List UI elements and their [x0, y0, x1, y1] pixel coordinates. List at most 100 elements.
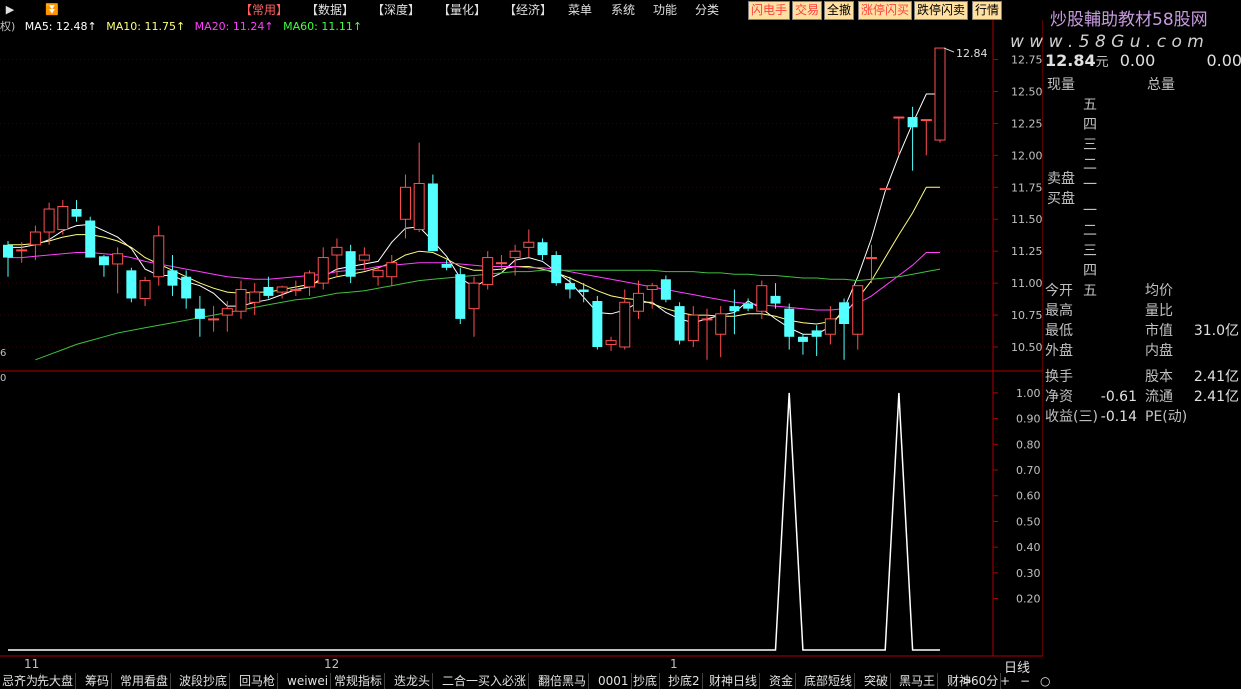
sell-label: 卖盘	[1047, 171, 1075, 187]
buy-level-3: 三	[1083, 243, 1097, 259]
candle-body	[139, 280, 151, 299]
stat-value__value	[1083, 368, 1137, 386]
indicator-tab[interactable]: 常规指标	[332, 673, 386, 689]
candle-body	[660, 279, 671, 300]
candle-body	[167, 270, 178, 286]
candle-body	[71, 209, 82, 217]
price-tick-label: 11.50	[1011, 213, 1043, 226]
candle-body	[3, 244, 13, 258]
candle-body	[852, 285, 864, 335]
candle-body	[605, 340, 617, 345]
indicator-tick-label: 0.90	[1016, 413, 1041, 426]
candle-body	[715, 313, 727, 335]
candle-body	[770, 295, 781, 304]
stat-label2__label2: PE(动)	[1145, 409, 1188, 425]
price-low-label: 6	[0, 348, 6, 359]
indicator-tick-label: 1.00	[1016, 387, 1041, 400]
high-value-label: 12.84	[956, 47, 988, 60]
indicator-top-label: 0	[0, 373, 6, 384]
indicator-tab[interactable]: 资金	[767, 673, 797, 689]
indicator-tab[interactable]: 抄底2	[666, 673, 703, 689]
indicator-tab[interactable]: 底部短线	[802, 673, 856, 689]
indicator-tab[interactable]: 筹码	[83, 673, 113, 689]
indicator-tab[interactable]: 常用看盘	[118, 673, 172, 689]
sell-level-1: 一	[1083, 177, 1097, 193]
price-change: 0.00	[1119, 51, 1156, 70]
candle-body	[57, 205, 69, 230]
candle-body	[29, 231, 41, 246]
candle-body	[495, 262, 507, 265]
candle-body	[358, 254, 370, 261]
kline-chart[interactable]: 12.84 12.75 12.50 12.25 12.00 11.75 11.50 11.2…	[0, 0, 1043, 673]
candle-body	[482, 257, 494, 285]
stat-label2__label2: 流通	[1145, 389, 1173, 405]
candle-body	[729, 306, 740, 312]
candle-body	[551, 255, 562, 284]
indicator-tab[interactable]: 波段抄底	[177, 673, 231, 689]
price-tick-label: 11.00	[1011, 277, 1043, 290]
candle-body	[413, 182, 425, 230]
zoom-out-icon[interactable]: −	[1018, 673, 1032, 689]
candle-body	[221, 308, 233, 316]
stat-value2__value2: 31.0亿	[1193, 323, 1239, 339]
stat-label__label: 今开	[1045, 283, 1073, 299]
indicator-tick-label: 0.20	[1016, 593, 1041, 606]
candle-body	[619, 301, 631, 348]
candle-body	[537, 242, 548, 256]
price-change-pct: 0.00%	[1206, 51, 1241, 70]
sell-level-4: 四	[1083, 117, 1097, 133]
sell-level-3: 三	[1083, 137, 1097, 153]
candle-body	[839, 302, 850, 325]
buy-level-1: 一	[1083, 203, 1097, 219]
indicator-tab[interactable]: 财神日线	[707, 673, 761, 689]
buy-label: 买盘	[1047, 191, 1075, 207]
indicator-tab[interactable]: 翻倍黑马	[536, 673, 590, 689]
candle-body	[468, 282, 480, 310]
indicator-tab[interactable]: 0001	[596, 673, 632, 689]
candle-body	[181, 276, 192, 299]
indicator-tab[interactable]: 先大盘	[35, 673, 77, 689]
candle-body	[194, 308, 205, 319]
candle-body	[907, 117, 918, 128]
buy-level-2: 二	[1083, 223, 1097, 239]
indicator-tab[interactable]: 二合一买入必涨	[440, 673, 530, 689]
settings-circle-icon[interactable]: ○	[1038, 673, 1052, 689]
sell-level-5: 五	[1083, 97, 1097, 113]
indicator-tab[interactable]: 迭龙头	[392, 673, 434, 689]
candle-body	[811, 330, 822, 337]
candle-body	[331, 246, 343, 256]
candle-body	[43, 208, 55, 233]
stat-label__label: 换手	[1045, 369, 1073, 385]
indicator-tab[interactable]: 抄底	[631, 673, 661, 689]
indicator-tab[interactable]: 黑马王	[897, 673, 939, 689]
indicator-tick-label: 0.70	[1016, 464, 1041, 477]
candle-body	[756, 285, 768, 312]
candle-body	[208, 318, 220, 321]
candle-body	[564, 283, 575, 290]
price-tick-label: 12.00	[1011, 149, 1043, 162]
stat-label__label: 最高	[1045, 303, 1073, 319]
candle-body	[578, 289, 589, 293]
candle-body	[235, 289, 247, 312]
indicator-tab[interactable]: weiwei	[285, 673, 332, 689]
candle-body	[98, 256, 109, 266]
indicator-tick-label: 0.80	[1016, 438, 1041, 451]
sell-level-2: 二	[1083, 157, 1097, 173]
candle-body	[345, 251, 356, 277]
candle-body	[784, 308, 795, 337]
price-unit: 元	[1095, 55, 1109, 70]
stat-label__label: 净资	[1045, 389, 1073, 405]
candle-body	[126, 270, 137, 299]
indicator-tab[interactable]: 突破	[862, 673, 892, 689]
indicator-tab[interactable]: 回马枪	[237, 673, 279, 689]
candle-body	[372, 269, 384, 278]
candle-body	[687, 314, 699, 342]
candle-body	[934, 47, 946, 141]
price-tick-label: 12.75	[1011, 54, 1043, 67]
stat-value2__value2	[1183, 342, 1239, 360]
candle-body	[632, 292, 644, 312]
candle-body	[276, 286, 288, 293]
candle-body	[16, 249, 28, 252]
scroll-right-icon[interactable]: >	[960, 673, 974, 689]
zoom-in-icon[interactable]: +	[998, 673, 1012, 689]
